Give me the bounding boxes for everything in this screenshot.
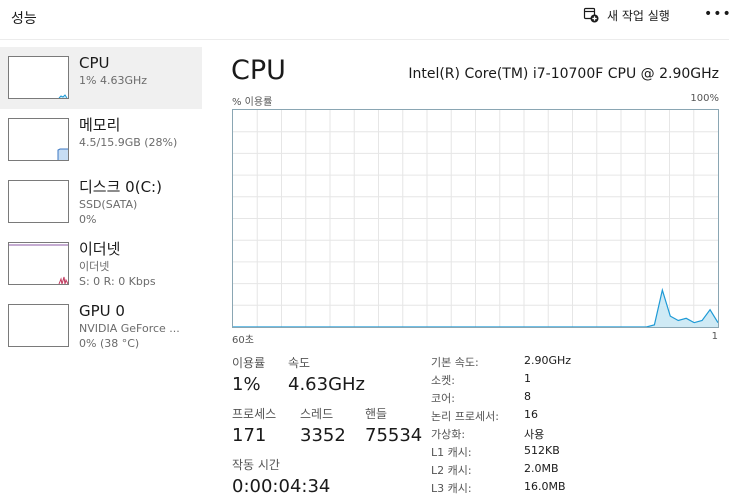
sidebar-item-cpu[interactable]: CPU 1% 4.63GHz xyxy=(0,47,202,109)
top-bar: 성능 새 작업 실행 ••• xyxy=(0,0,729,40)
spec-key-l1-cache: L1 캐시: xyxy=(431,446,472,459)
spec-value-l1-cache: 512KB xyxy=(524,444,560,457)
utilization-label: 이용률 xyxy=(232,356,266,370)
uptime-label: 작동 시간 xyxy=(232,458,280,472)
spec-key-logical-processors: 논리 프로세서: xyxy=(431,410,499,423)
spec-key-base-speed: 기본 속도: xyxy=(431,356,479,369)
cpu-model-name: Intel(R) Core(TM) i7-10700F CPU @ 2.90GH… xyxy=(408,66,719,82)
sidebar-item-memory-label: 메모리 xyxy=(79,116,121,134)
handles-value: 75534 xyxy=(365,425,423,446)
spec-value-base-speed: 2.90GHz xyxy=(524,354,572,367)
spec-key-virtualization: 가상화: xyxy=(431,428,466,441)
graph-x-end-label: 1 xyxy=(711,331,718,342)
more-options-button[interactable]: ••• xyxy=(704,4,729,26)
handles-label: 핸들 xyxy=(365,407,388,421)
cpu-utilization-chart xyxy=(233,110,719,328)
sidebar-item-disk-usage: 0% xyxy=(79,213,97,226)
spec-key-sockets: 소켓: xyxy=(431,374,455,387)
sidebar-item-cpu-detail: 1% 4.63GHz xyxy=(79,74,148,87)
spec-key-cores: 코어: xyxy=(431,392,455,405)
processes-label: 프로세스 xyxy=(232,407,277,421)
sidebar-item-ethernet[interactable]: 이더넷 이더넷 S: 0 R: 0 Kbps xyxy=(0,233,202,295)
spec-value-virtualization: 사용 xyxy=(524,428,545,441)
sidebar-item-memory-detail: 4.5/15.9GB (28%) xyxy=(79,136,178,149)
ethernet-thumbnail-graph xyxy=(8,242,69,285)
sidebar-item-gpu-label: GPU 0 xyxy=(79,302,125,320)
spec-value-l2-cache: 2.0MB xyxy=(524,462,559,475)
sidebar-item-disk-label: 디스크 0(C:) xyxy=(79,178,162,196)
spec-value-cores: 8 xyxy=(524,390,531,403)
threads-value: 3352 xyxy=(300,425,346,446)
memory-thumbnail-graph xyxy=(8,118,69,161)
sidebar-item-ethernet-adapter: 이더넷 xyxy=(79,260,110,273)
uptime-value: 0:00:04:34 xyxy=(232,476,331,497)
threads-label: 스레드 xyxy=(300,407,334,421)
sidebar-item-gpu[interactable]: GPU 0 NVIDIA GeForce ... 0% (38 °C) xyxy=(0,295,202,357)
sidebar-item-disk-type: SSD(SATA) xyxy=(79,198,138,211)
sidebar-item-cpu-label: CPU xyxy=(79,54,110,72)
spec-value-l3-cache: 16.0MB xyxy=(524,480,566,493)
graph-y-max-label: 100% xyxy=(690,93,719,104)
cpu-utilization-graph xyxy=(232,109,719,328)
spec-key-l3-cache: L3 캐시: xyxy=(431,482,472,495)
sidebar-item-gpu-model: NVIDIA GeForce ... xyxy=(79,322,180,335)
sidebar: CPU 1% 4.63GHz 메모리 4.5/15.9GB (28%) 디스크 … xyxy=(0,47,202,357)
graph-y-axis-label: % 이용률 xyxy=(232,97,273,108)
run-new-task-label: 새 작업 실행 xyxy=(607,8,670,23)
disk-thumbnail-graph xyxy=(8,180,69,223)
sidebar-item-memory[interactable]: 메모리 4.5/15.9GB (28%) xyxy=(0,109,202,171)
graph-x-start-label: 60초 xyxy=(232,335,254,346)
speed-label: 속도 xyxy=(288,356,311,370)
spec-key-l2-cache: L2 캐시: xyxy=(431,464,472,477)
spec-value-sockets: 1 xyxy=(524,372,531,385)
sidebar-item-ethernet-label: 이더넷 xyxy=(79,240,121,258)
spec-value-logical-processors: 16 xyxy=(524,408,538,421)
speed-value: 4.63GHz xyxy=(288,374,366,395)
sidebar-item-ethernet-throughput: S: 0 R: 0 Kbps xyxy=(79,275,156,288)
utilization-value: 1% xyxy=(232,374,261,395)
gpu-thumbnail-graph xyxy=(8,304,69,347)
cpu-heading: CPU xyxy=(231,55,286,86)
sidebar-item-disk[interactable]: 디스크 0(C:) SSD(SATA) 0% xyxy=(0,171,202,233)
processes-value: 171 xyxy=(232,425,267,446)
cpu-thumbnail-graph xyxy=(8,56,69,99)
page-title: 성능 xyxy=(11,11,37,27)
run-new-task-button[interactable]: 새 작업 실행 xyxy=(583,5,670,25)
sidebar-item-gpu-usage: 0% (38 °C) xyxy=(79,337,140,350)
new-task-icon xyxy=(583,7,599,23)
